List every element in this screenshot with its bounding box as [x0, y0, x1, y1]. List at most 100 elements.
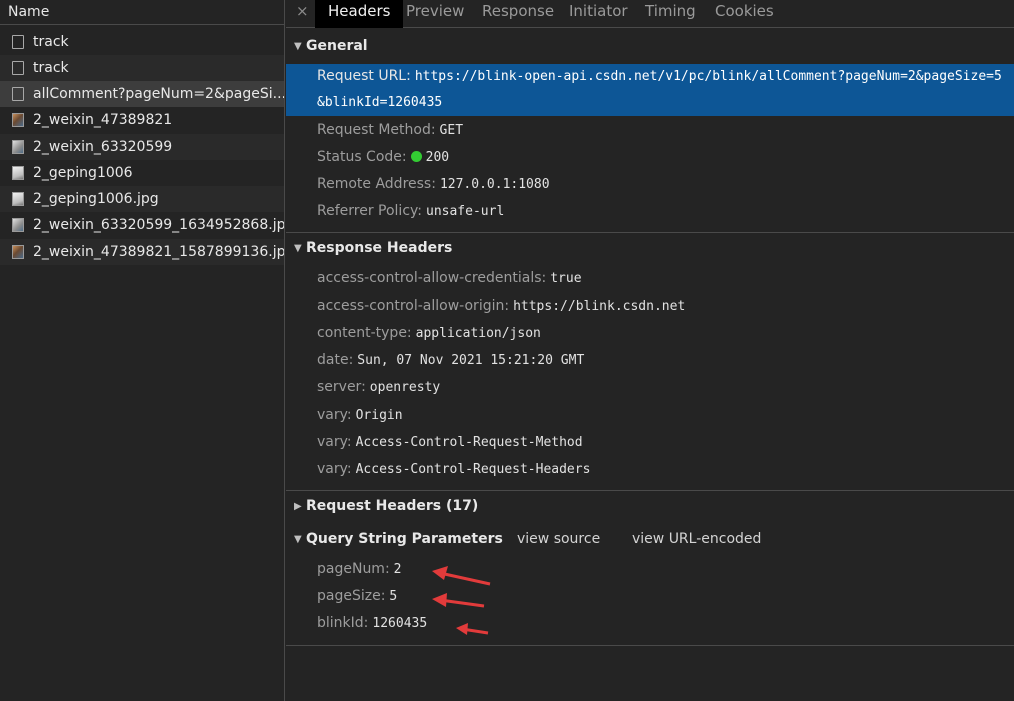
response-header-row: date: Sun, 07 Nov 2021 15:21:20 GMT — [317, 352, 584, 368]
header-value: Origin — [355, 408, 403, 423]
header-value: true — [550, 271, 582, 286]
request-name: track — [33, 34, 69, 50]
response-headers-section-toggle[interactable]: ▼ Response Headers — [294, 240, 452, 256]
request-name: 2_weixin_47389821 — [33, 112, 173, 128]
response-header-row: vary: Origin — [317, 407, 403, 423]
section-title: General — [306, 38, 368, 54]
request-detail-panel: × Headers Preview Response Initiator Tim… — [286, 0, 1014, 701]
expanded-triangle-icon: ▼ — [294, 41, 302, 52]
response-header-row: content-type: application/json — [317, 325, 541, 341]
header-key: Referrer Policy: — [317, 203, 422, 219]
general-row: Status Code: 200 — [317, 149, 449, 165]
response-header-row: server: openresty — [317, 379, 440, 395]
name-column-header[interactable]: Name — [0, 0, 284, 25]
header-key: access-control-allow-credentials: — [317, 270, 547, 286]
param-value: 1260435 — [372, 616, 428, 631]
red-arrow-icon — [432, 593, 485, 608]
request-name: allComment?pageNum=2&pageSi... — [33, 86, 284, 102]
request-row[interactable]: 2_geping1006.jpg — [0, 186, 284, 212]
response-header-row: vary: Access-Control-Request-Method — [317, 434, 583, 450]
tab-preview[interactable]: Preview — [406, 0, 464, 28]
header-key: date: — [317, 352, 354, 368]
response-header-row: access-control-allow-credentials: true — [317, 270, 582, 286]
header-key: Request URL: — [317, 68, 411, 84]
request-url-row[interactable]: Request URL: https://blink-open-api.csdn.… — [286, 64, 1014, 116]
general-row: Request Method: GET — [317, 122, 463, 138]
header-key: Remote Address: — [317, 176, 436, 192]
tab-headers[interactable]: Headers — [315, 0, 404, 28]
header-key: vary: — [317, 407, 352, 423]
request-row[interactable]: 2_geping1006 — [0, 160, 284, 186]
query-param-row: blinkId: 1260435 — [317, 615, 427, 631]
request-row[interactable]: 2_weixin_63320599 — [0, 134, 284, 160]
image-icon — [12, 245, 24, 259]
param-value: 2 — [393, 562, 402, 577]
view-url-encoded-link[interactable]: view URL-encoded — [632, 531, 761, 547]
request-list-panel: Name track track allComment?pageNum=2&pa… — [0, 0, 285, 701]
request-row-selected[interactable]: allComment?pageNum=2&pageSi... — [0, 81, 284, 107]
request-url-value-cont: &blinkId=1260435 — [317, 95, 443, 110]
header-value: unsafe-url — [426, 204, 505, 219]
request-name: track — [33, 60, 69, 76]
section-title: Request Headers (17) — [306, 498, 479, 514]
document-icon — [12, 87, 24, 101]
divider — [286, 645, 1014, 646]
request-name: 2_weixin_47389821_1587899136.jpg — [33, 244, 284, 260]
header-key: server: — [317, 379, 366, 395]
header-value: 200 — [425, 150, 450, 165]
divider — [286, 232, 1014, 233]
header-value: Sun, 07 Nov 2021 15:21:20 GMT — [357, 353, 585, 368]
tab-timing[interactable]: Timing — [645, 0, 696, 28]
annotation-arrows — [432, 566, 491, 635]
section-title: Query String Parameters — [306, 531, 503, 547]
general-section-toggle[interactable]: ▼ General — [294, 38, 368, 54]
section-title: Response Headers — [306, 240, 453, 256]
request-headers-section-toggle[interactable]: ▶ Request Headers (17) — [294, 498, 478, 514]
request-row[interactable]: 2_weixin_47389821 — [0, 107, 284, 133]
close-icon[interactable]: × — [296, 2, 309, 20]
query-param-row: pageNum: 2 — [317, 561, 402, 577]
header-key: content-type: — [317, 325, 412, 341]
param-key: pageNum: — [317, 561, 390, 577]
header-value: 127.0.0.1:1080 — [439, 177, 550, 192]
request-row[interactable]: track — [0, 29, 284, 55]
response-header-row: vary: Access-Control-Request-Headers — [317, 461, 590, 477]
request-url-value: https://blink-open-api.csdn.net/v1/pc/bl… — [414, 69, 1002, 84]
red-arrow-icon — [456, 623, 489, 635]
header-value: application/json — [415, 326, 541, 341]
header-key: Request Method: — [317, 122, 436, 138]
tab-initiator[interactable]: Initiator — [569, 0, 628, 28]
query-params-section-toggle[interactable]: ▼ Query String Parameters — [294, 531, 503, 547]
request-name: 2_geping1006 — [33, 165, 133, 181]
document-icon — [12, 35, 24, 49]
request-row[interactable]: track — [0, 55, 284, 81]
header-key: access-control-allow-origin: — [317, 298, 510, 314]
collapsed-triangle-icon: ▶ — [294, 501, 302, 512]
image-icon — [12, 166, 24, 180]
query-param-row: pageSize: 5 — [317, 588, 397, 604]
param-key: blinkId: — [317, 615, 369, 631]
view-source-link[interactable]: view source — [517, 531, 600, 547]
red-arrow-icon — [432, 566, 491, 586]
tab-cookies[interactable]: Cookies — [715, 0, 774, 28]
document-icon — [12, 61, 24, 75]
header-value: GET — [439, 123, 464, 138]
request-row[interactable]: 2_weixin_63320599_1634952868.jpg — [0, 212, 284, 238]
param-value: 5 — [389, 589, 398, 604]
status-ok-icon — [410, 151, 422, 162]
divider — [286, 490, 1014, 491]
header-key: vary: — [317, 461, 352, 477]
image-icon — [12, 113, 24, 127]
response-header-row: access-control-allow-origin: https://blin… — [317, 298, 685, 314]
request-name: 2_geping1006.jpg — [33, 191, 159, 207]
image-icon — [12, 192, 24, 206]
request-name: 2_weixin_63320599_1634952868.jpg — [33, 217, 284, 233]
general-row: Referrer Policy: unsafe-url — [317, 203, 504, 219]
request-row[interactable]: 2_weixin_47389821_1587899136.jpg — [0, 239, 284, 265]
header-value: openresty — [369, 380, 441, 395]
tab-response[interactable]: Response — [482, 0, 554, 28]
expanded-triangle-icon: ▼ — [294, 243, 302, 254]
header-key: Status Code: — [317, 149, 407, 165]
image-icon — [12, 218, 24, 232]
header-value: Access-Control-Request-Headers — [355, 462, 591, 477]
